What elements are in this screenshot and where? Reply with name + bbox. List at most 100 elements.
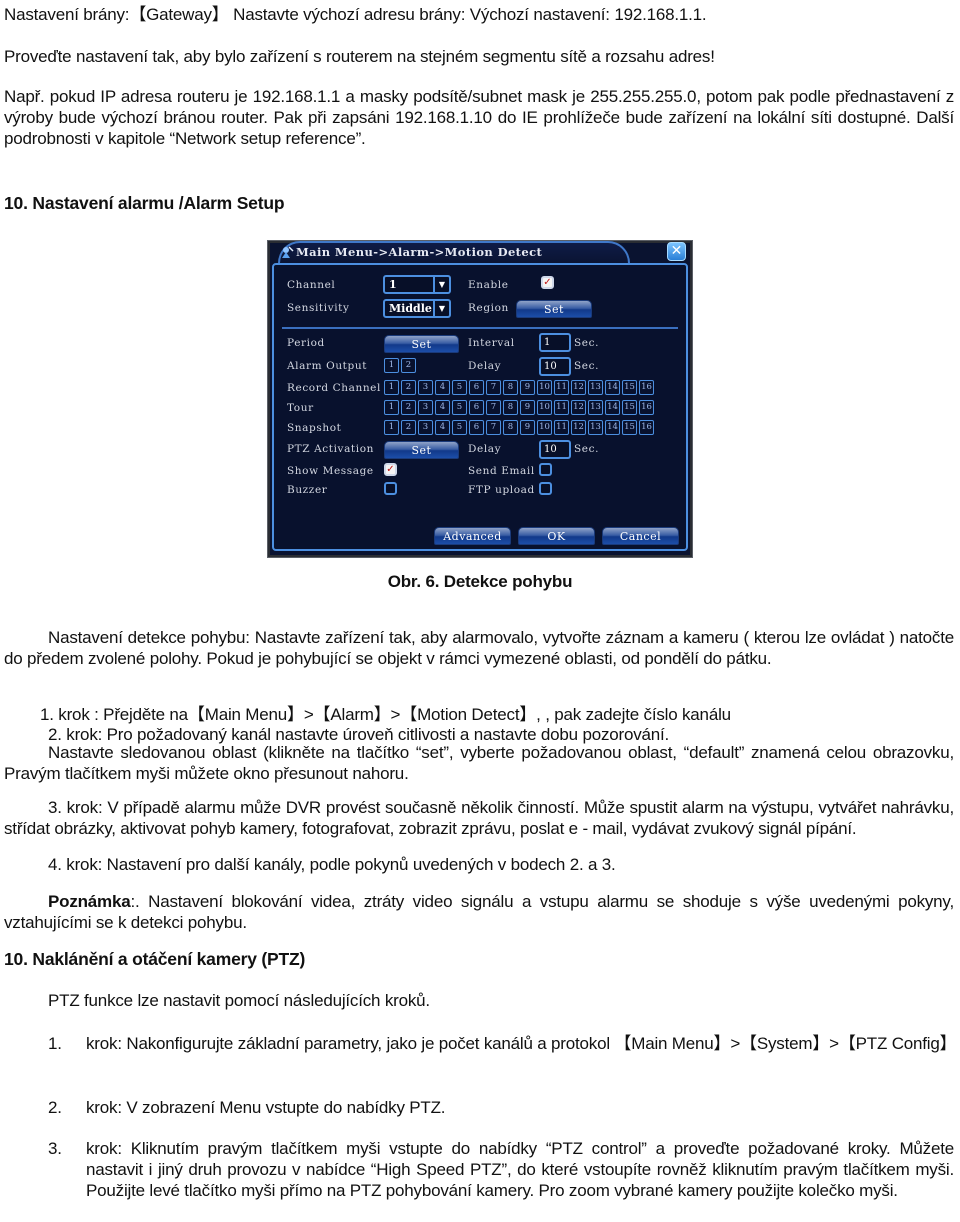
ptz-intro: PTZ funkce lze nastavit pomocí následují… <box>48 991 430 1010</box>
record-channel-toggle[interactable]: 8 <box>503 380 518 395</box>
record-channel-toggle[interactable]: 13 <box>588 380 603 395</box>
record-channel-toggle[interactable]: 4 <box>435 380 450 395</box>
send-email-checkbox[interactable] <box>539 463 552 476</box>
snapshot-channel-toggle[interactable]: 11 <box>554 420 569 435</box>
channel-select[interactable]: 1 ▼ <box>383 275 451 294</box>
buzzer-checkbox[interactable] <box>384 482 397 495</box>
interval-unit: Sec. <box>574 337 600 349</box>
snapshot-channel-toggle[interactable]: 8 <box>503 420 518 435</box>
motion-step-1: 1. krok : Přejděte na【Main Menu】>【Alarm】… <box>40 705 731 724</box>
tour-channel-toggle[interactable]: 4 <box>435 400 450 415</box>
motion-intro: Nastavení detekce pohybu: Nastavte zaříz… <box>4 628 954 668</box>
record-channel-toggle[interactable]: 9 <box>520 380 535 395</box>
motion-step-4: 4. krok: Nastavení pro další kanály, pod… <box>48 855 616 874</box>
tour-channel-toggle[interactable]: 8 <box>503 400 518 415</box>
tour-channel-toggle[interactable]: 2 <box>401 400 416 415</box>
snapshot-channel-toggle[interactable]: 14 <box>605 420 620 435</box>
section-heading-alarm: 10. Nastavení alarmu /Alarm Setup <box>4 193 285 213</box>
segment-line: Proveďte nastavení tak, aby bylo zařízen… <box>4 47 715 66</box>
chevron-down-icon: ▼ <box>433 277 449 292</box>
record-channel-toggle[interactable]: 11 <box>554 380 569 395</box>
snapshot-channel-toggle[interactable]: 1 <box>384 420 399 435</box>
snapshot-channel-toggle[interactable]: 2 <box>401 420 416 435</box>
interval-label: Interval <box>468 337 515 349</box>
show-message-label: Show Message <box>287 465 374 477</box>
snapshot-channel-toggle[interactable]: 16 <box>639 420 654 435</box>
ok-button[interactable]: OK <box>518 527 595 545</box>
tour-channel-toggle[interactable]: 1 <box>384 400 399 415</box>
record-channel-toggle[interactable]: 15 <box>622 380 637 395</box>
delay-input[interactable]: 10 <box>539 357 571 376</box>
note-text: :. Nastavení blokování videa, ztráty vid… <box>4 892 954 932</box>
snapshot-channel-toggle[interactable]: 12 <box>571 420 586 435</box>
record-channel-toggle[interactable]: 5 <box>452 380 467 395</box>
motion-detect-dialog: Main Menu->Alarm->Motion Detect ✕ Channe… <box>267 240 693 558</box>
enable-checkbox[interactable]: ✓ <box>541 276 554 289</box>
tour-label: Tour <box>287 402 314 414</box>
tour-channel-toggle[interactable]: 6 <box>469 400 484 415</box>
ptz-activation-label: PTZ Activation <box>287 443 374 455</box>
example-paragraph: Např. pokud IP adresa routeru je 192.168… <box>4 87 954 148</box>
ptz-delay-unit: Sec. <box>574 443 600 455</box>
close-button[interactable]: ✕ <box>667 242 686 261</box>
tour-channel-toggle[interactable]: 7 <box>486 400 501 415</box>
sensitivity-select[interactable]: Middle ▼ <box>383 299 451 318</box>
record-channel-toggle[interactable]: 14 <box>605 380 620 395</box>
tour-channel-toggle[interactable]: 5 <box>452 400 467 415</box>
tour-channel-toggle[interactable]: 14 <box>605 400 620 415</box>
record-channel-label: Record Channel <box>287 382 381 394</box>
cancel-button[interactable]: Cancel <box>602 527 679 545</box>
alarm-output-toggle[interactable]: 2 <box>401 358 416 373</box>
ftp-upload-checkbox[interactable] <box>539 482 552 495</box>
snapshot-channel-toggle[interactable]: 13 <box>588 420 603 435</box>
tour-channel-toggle[interactable]: 10 <box>537 400 552 415</box>
record-channel-toggle[interactable]: 12 <box>571 380 586 395</box>
tour-channel-toggle[interactable]: 16 <box>639 400 654 415</box>
period-set-button[interactable]: Set <box>384 335 459 353</box>
ptz-step-number: 1. <box>48 1034 62 1053</box>
region-label: Region <box>468 302 509 314</box>
record-channel-toggle[interactable]: 1 <box>384 380 399 395</box>
tour-channel-toggle[interactable]: 12 <box>571 400 586 415</box>
record-channel-toggle[interactable]: 6 <box>469 380 484 395</box>
region-set-button[interactable]: Set <box>516 300 592 318</box>
alarm-output-toggle[interactable]: 1 <box>384 358 399 373</box>
tour-channel-toggle[interactable]: 9 <box>520 400 535 415</box>
show-message-checkbox[interactable]: ✓ <box>384 463 397 476</box>
period-label: Period <box>287 337 325 349</box>
snapshot-channel-toggle[interactable]: 15 <box>622 420 637 435</box>
ptz-step-1: 1. krok: Nakonfigurujte základní paramet… <box>48 1033 957 1054</box>
buzzer-label: Buzzer <box>287 484 328 496</box>
snapshot-channel-toggle[interactable]: 9 <box>520 420 535 435</box>
tour-channel-toggle[interactable]: 15 <box>622 400 637 415</box>
tour-channel-toggle[interactable]: 13 <box>588 400 603 415</box>
snapshot-grid: 1 2 3 4 5 6 7 8 9 10 11 12 13 14 15 16 <box>384 420 654 435</box>
snapshot-channel-toggle[interactable]: 4 <box>435 420 450 435</box>
channel-label: Channel <box>287 279 336 291</box>
sensitivity-value: Middle <box>389 302 432 315</box>
ptz-activation-set-button[interactable]: Set <box>384 441 459 459</box>
section-heading-ptz: 10. Naklánění a otáčení kamery (PTZ) <box>4 949 306 969</box>
ptz-step-3: 3. krok: Kliknutím pravým tlačítkem myši… <box>48 1138 954 1201</box>
interval-input[interactable]: 1 <box>539 333 571 352</box>
snapshot-channel-toggle[interactable]: 3 <box>418 420 433 435</box>
ptz-step-2: 2. krok: V zobrazení Menu vstupte do nab… <box>48 1097 954 1118</box>
snapshot-channel-toggle[interactable]: 10 <box>537 420 552 435</box>
ptz-step-number: 3. <box>48 1139 62 1158</box>
record-channel-toggle[interactable]: 7 <box>486 380 501 395</box>
tour-channel-toggle[interactable]: 11 <box>554 400 569 415</box>
ptz-step-text: krok: V zobrazení Menu vstupte do nabídk… <box>86 1098 446 1117</box>
record-channel-toggle[interactable]: 3 <box>418 380 433 395</box>
tour-channel-toggle[interactable]: 3 <box>418 400 433 415</box>
snapshot-label: Snapshot <box>287 422 342 434</box>
chevron-down-icon: ▼ <box>433 301 449 316</box>
snapshot-channel-toggle[interactable]: 6 <box>469 420 484 435</box>
advanced-button[interactable]: Advanced <box>434 527 511 545</box>
snapshot-channel-toggle[interactable]: 7 <box>486 420 501 435</box>
dialog-body: Channel 1 ▼ Enable ✓ Sensitivity Middle … <box>272 263 688 551</box>
record-channel-toggle[interactable]: 16 <box>639 380 654 395</box>
snapshot-channel-toggle[interactable]: 5 <box>452 420 467 435</box>
record-channel-toggle[interactable]: 2 <box>401 380 416 395</box>
ptz-delay-input[interactable]: 10 <box>539 440 571 459</box>
record-channel-toggle[interactable]: 10 <box>537 380 552 395</box>
